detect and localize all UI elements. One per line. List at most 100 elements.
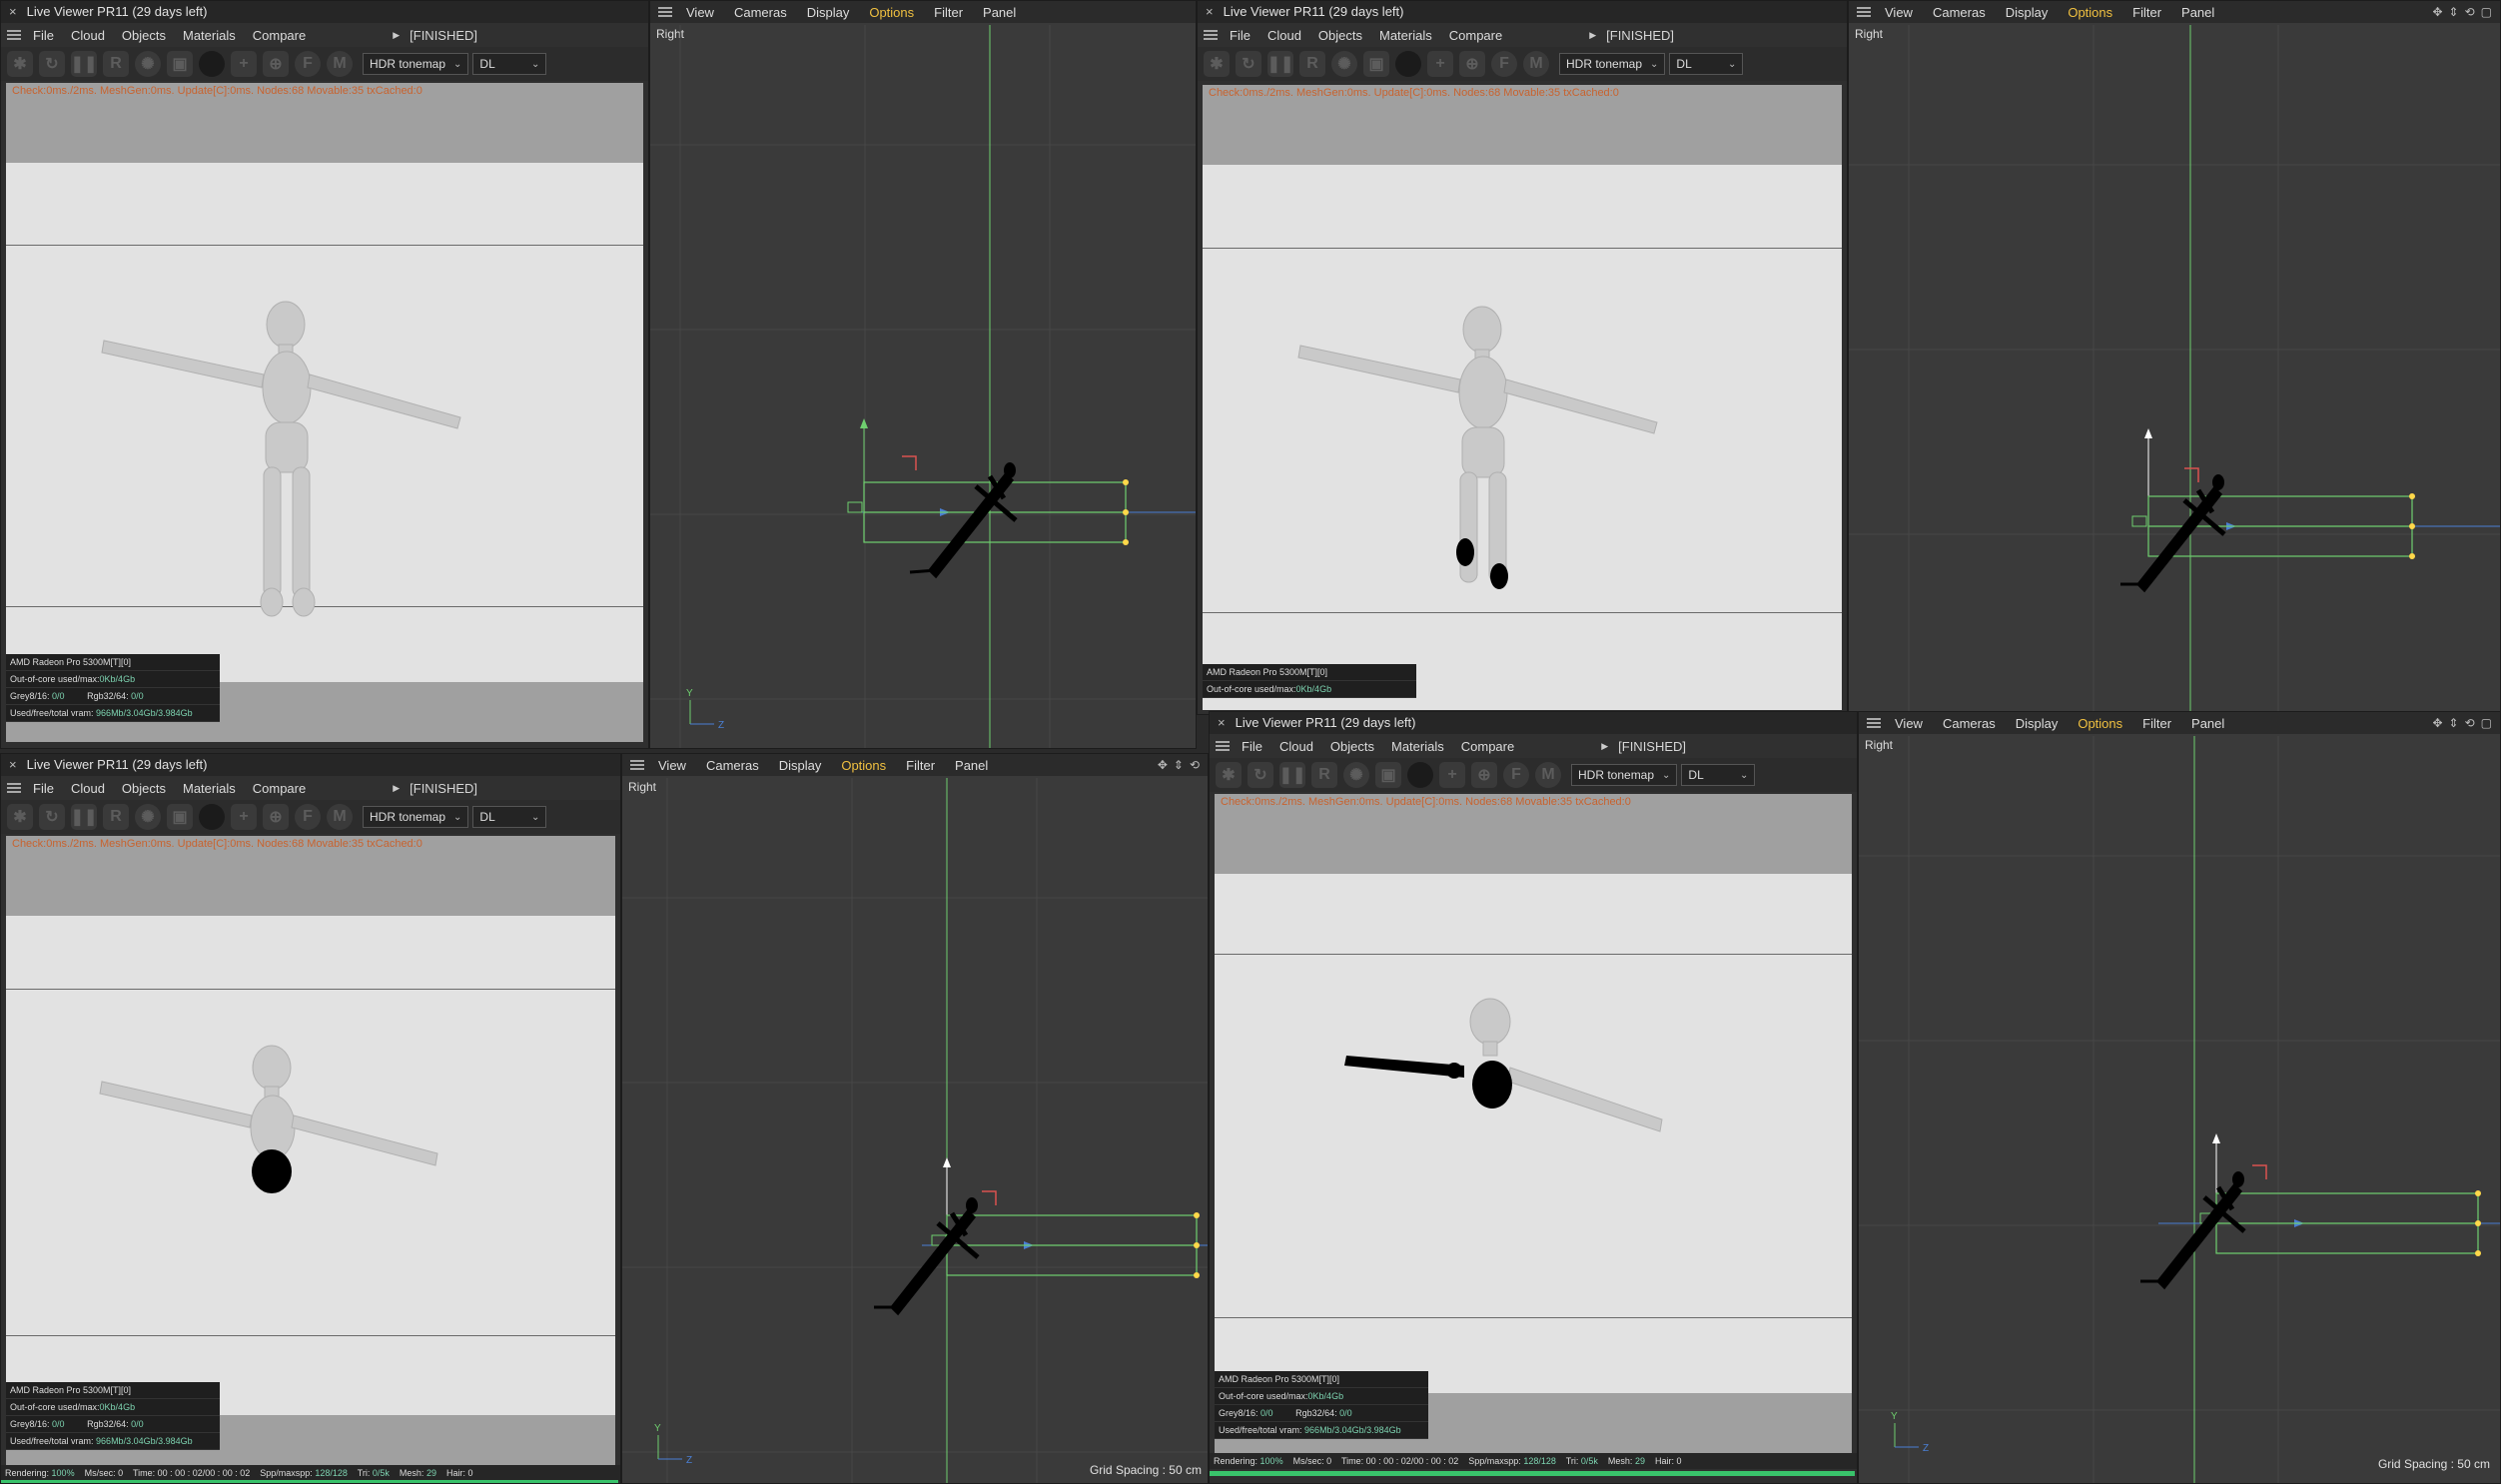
- menu-options[interactable]: Options: [841, 758, 886, 773]
- settings-gear-icon[interactable]: ✺: [1343, 762, 1369, 788]
- region-render-icon[interactable]: R: [103, 51, 129, 77]
- region-render-icon[interactable]: R: [1299, 51, 1325, 77]
- restart-icon[interactable]: ↻: [1248, 762, 1273, 788]
- kernel-select[interactable]: DL ⌄: [1681, 764, 1756, 786]
- menu-panel[interactable]: Panel: [983, 5, 1016, 20]
- tonemap-select[interactable]: HDR tonemap ⌄: [363, 806, 469, 828]
- menu-filter[interactable]: Filter: [934, 5, 963, 20]
- dolly-icon[interactable]: ⇕: [2449, 5, 2459, 19]
- material-picker-icon[interactable]: M: [1523, 51, 1549, 77]
- menu-display[interactable]: Display: [779, 758, 822, 773]
- menu-options[interactable]: Options: [2078, 716, 2122, 731]
- menu-cameras[interactable]: Cameras: [706, 758, 759, 773]
- hamburger-icon[interactable]: [658, 7, 672, 17]
- send-scene-icon[interactable]: ✱: [7, 804, 33, 830]
- menu-options[interactable]: Options: [869, 5, 914, 20]
- menu-cameras[interactable]: Cameras: [1943, 716, 1996, 731]
- filter-icon[interactable]: F: [1491, 51, 1517, 77]
- menu-file[interactable]: File: [1242, 739, 1262, 754]
- menu-compare[interactable]: Compare: [253, 28, 306, 43]
- menu-filter[interactable]: Filter: [2132, 5, 2161, 20]
- menu-objects[interactable]: Objects: [122, 781, 166, 796]
- pan-icon[interactable]: ✥: [2432, 5, 2442, 19]
- material-ball-icon[interactable]: [199, 804, 225, 830]
- pause-icon[interactable]: ❚❚: [71, 804, 97, 830]
- send-scene-icon[interactable]: ✱: [1204, 51, 1230, 77]
- menu-panel[interactable]: Panel: [2191, 716, 2224, 731]
- orbit-icon[interactable]: ⟲: [1190, 758, 1200, 772]
- filter-icon[interactable]: F: [295, 51, 321, 77]
- menu-display[interactable]: Display: [2006, 5, 2049, 20]
- menu-view[interactable]: View: [1885, 5, 1913, 20]
- menu-objects[interactable]: Objects: [1318, 28, 1362, 43]
- menu-view[interactable]: View: [1895, 716, 1923, 731]
- material-ball-icon[interactable]: [199, 51, 225, 77]
- add-region-icon[interactable]: +: [231, 51, 257, 77]
- menu-cameras[interactable]: Cameras: [734, 5, 787, 20]
- restart-icon[interactable]: ↻: [39, 804, 65, 830]
- settings-gear-icon[interactable]: ✺: [1331, 51, 1357, 77]
- menu-materials[interactable]: Materials: [183, 28, 236, 43]
- menu-cloud[interactable]: Cloud: [1279, 739, 1313, 754]
- menu-materials[interactable]: Materials: [1391, 739, 1444, 754]
- hamburger-icon[interactable]: [630, 760, 644, 770]
- menu-file[interactable]: File: [33, 28, 54, 43]
- send-scene-icon[interactable]: ✱: [7, 51, 33, 77]
- orbit-icon[interactable]: ⟲: [2465, 5, 2475, 19]
- tonemap-select[interactable]: HDR tonemap ⌄: [363, 53, 469, 75]
- filter-icon[interactable]: F: [1503, 762, 1529, 788]
- menu-cloud[interactable]: Cloud: [1267, 28, 1301, 43]
- material-ball-icon[interactable]: [1395, 51, 1421, 77]
- hamburger-icon[interactable]: [1204, 30, 1218, 40]
- pause-icon[interactable]: ❚❚: [1267, 51, 1293, 77]
- pan-icon[interactable]: ✥: [2432, 716, 2442, 730]
- menu-cloud[interactable]: Cloud: [71, 781, 105, 796]
- lock-icon[interactable]: ▣: [1375, 762, 1401, 788]
- menu-compare[interactable]: Compare: [1449, 28, 1502, 43]
- kernel-select[interactable]: DL ⌄: [472, 53, 547, 75]
- render-view[interactable]: Check:0ms./2ms. MeshGen:0ms. Update[C]:0…: [6, 83, 643, 742]
- menu-materials[interactable]: Materials: [1379, 28, 1432, 43]
- material-picker-icon[interactable]: M: [327, 51, 353, 77]
- menu-panel[interactable]: Panel: [955, 758, 988, 773]
- orbit-icon[interactable]: ⟲: [2465, 716, 2475, 730]
- region-render-icon[interactable]: R: [103, 804, 129, 830]
- hamburger-icon[interactable]: [1867, 718, 1881, 728]
- tonemap-select[interactable]: HDR tonemap ⌄: [1559, 53, 1666, 75]
- kernel-select[interactable]: DL ⌄: [472, 806, 547, 828]
- add-region-icon[interactable]: +: [1427, 51, 1453, 77]
- maximize-icon[interactable]: ▢: [2481, 5, 2492, 19]
- viewport-canvas[interactable]: Y Z: [1859, 736, 2501, 1484]
- filter-icon[interactable]: F: [295, 804, 321, 830]
- render-view[interactable]: Check:0ms./2ms. MeshGen:0ms. Update[C]:0…: [1203, 85, 1842, 710]
- viewport-canvas[interactable]: [1849, 25, 2501, 715]
- hamburger-icon[interactable]: [1857, 7, 1871, 17]
- menu-panel[interactable]: Panel: [2181, 5, 2214, 20]
- menu-filter[interactable]: Filter: [906, 758, 935, 773]
- menu-cameras[interactable]: Cameras: [1933, 5, 1986, 20]
- hamburger-icon[interactable]: [1216, 741, 1230, 751]
- material-picker-icon[interactable]: M: [1535, 762, 1561, 788]
- render-view[interactable]: Check:0ms./2ms. MeshGen:0ms. Update[C]:0…: [1215, 794, 1852, 1453]
- viewport-canvas[interactable]: Y Z: [622, 778, 1209, 1484]
- lock-icon[interactable]: ▣: [1363, 51, 1389, 77]
- focus-picker-icon[interactable]: ⊕: [263, 804, 289, 830]
- close-icon[interactable]: ×: [1218, 715, 1226, 730]
- material-ball-icon[interactable]: [1407, 762, 1433, 788]
- menu-materials[interactable]: Materials: [183, 781, 236, 796]
- restart-icon[interactable]: ↻: [39, 51, 65, 77]
- close-icon[interactable]: ×: [1206, 4, 1214, 19]
- menu-view[interactable]: View: [686, 5, 714, 20]
- add-region-icon[interactable]: +: [1439, 762, 1465, 788]
- hamburger-icon[interactable]: [7, 783, 21, 793]
- maximize-icon[interactable]: ▢: [2481, 716, 2492, 730]
- restart-icon[interactable]: ↻: [1236, 51, 1261, 77]
- render-view[interactable]: Check:0ms./2ms. MeshGen:0ms. Update[C]:0…: [6, 836, 615, 1465]
- pan-icon[interactable]: ✥: [1158, 758, 1168, 772]
- pause-icon[interactable]: ❚❚: [1279, 762, 1305, 788]
- focus-picker-icon[interactable]: ⊕: [1459, 51, 1485, 77]
- menu-objects[interactable]: Objects: [122, 28, 166, 43]
- menu-file[interactable]: File: [1230, 28, 1250, 43]
- settings-gear-icon[interactable]: ✺: [135, 51, 161, 77]
- tonemap-select[interactable]: HDR tonemap ⌄: [1571, 764, 1678, 786]
